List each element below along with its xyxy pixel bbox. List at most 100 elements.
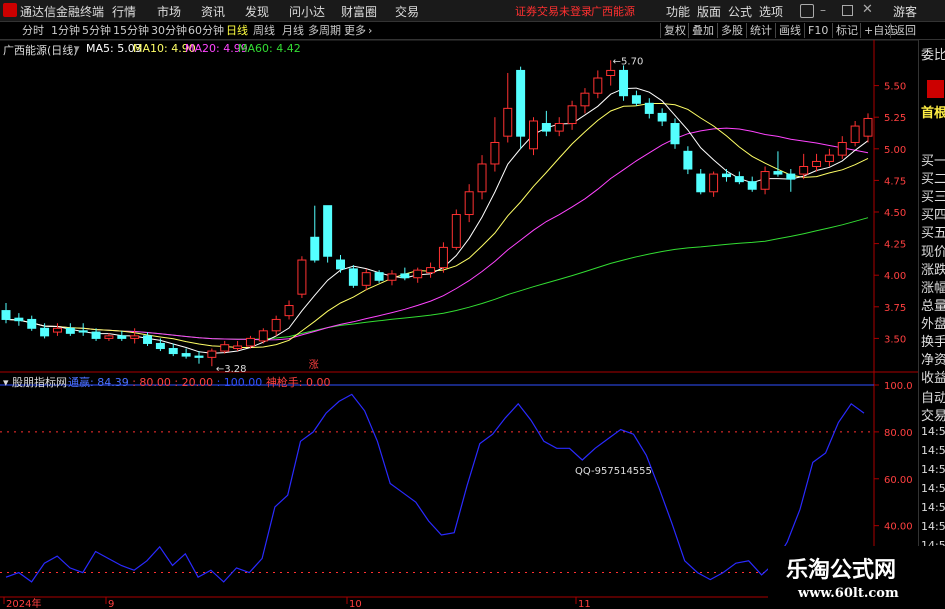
candle-body bbox=[683, 150, 693, 170]
menu-item-quotes[interactable]: 行情 bbox=[112, 3, 136, 20]
ma-line-ma60 bbox=[5, 217, 869, 340]
tool-draw[interactable]: 画线 bbox=[775, 23, 804, 38]
tool-multistock[interactable]: 多股 bbox=[717, 23, 746, 38]
candle bbox=[773, 151, 783, 177]
candle-body bbox=[220, 344, 230, 352]
panel-earnings: 收益 bbox=[921, 371, 945, 386]
candle bbox=[438, 242, 448, 273]
indicator-annotation: QQ-957514555 bbox=[575, 466, 652, 477]
x-tick-label: 11 bbox=[578, 599, 591, 609]
period-5min[interactable]: 5分钟 bbox=[82, 23, 111, 38]
period-timeshare[interactable]: 分时 bbox=[22, 23, 44, 38]
candle bbox=[670, 118, 680, 149]
tool-mark[interactable]: 标记 bbox=[832, 23, 861, 38]
indicator-line bbox=[5, 393, 865, 583]
panel-buy2: 买二 bbox=[921, 172, 945, 187]
chevron-down-icon[interactable]: ▾ bbox=[3, 376, 12, 389]
candle bbox=[760, 166, 770, 195]
candle-body bbox=[644, 102, 654, 114]
menu-item-ask[interactable]: 问小达 bbox=[289, 3, 325, 20]
chart-area[interactable]: ←5.70←3.28 涨 5.50 5.25 5.00 4.75 4.50 4.25 4.00… bbox=[0, 40, 918, 609]
candle bbox=[529, 117, 538, 156]
candle-body bbox=[130, 335, 140, 339]
indicator-value-top: : 100.00 bbox=[216, 376, 263, 389]
menu-item-function[interactable]: 功能 bbox=[666, 3, 690, 20]
menu-item-news[interactable]: 资讯 bbox=[201, 3, 225, 20]
ma-line-ma20 bbox=[5, 127, 869, 341]
period-15min[interactable]: 15分钟 bbox=[113, 23, 149, 38]
y-tick-label: 4.25 bbox=[884, 240, 906, 251]
candle-body bbox=[863, 117, 873, 137]
candle bbox=[464, 184, 474, 223]
tool-overlay[interactable]: 叠加 bbox=[688, 23, 717, 38]
ma60-label: MA60: 4.42 bbox=[238, 42, 301, 55]
watermark-title: 乐淘公式网 bbox=[786, 558, 897, 583]
candle-body bbox=[284, 305, 294, 317]
candle bbox=[181, 348, 191, 359]
panel-time: 14:56 bbox=[921, 425, 945, 438]
chevron-right-icon[interactable]: › bbox=[368, 23, 372, 38]
panel-trade[interactable]: 交易 bbox=[921, 405, 945, 424]
candle bbox=[812, 153, 822, 172]
candle bbox=[850, 120, 860, 147]
candle-body bbox=[143, 335, 153, 344]
candle-body bbox=[670, 123, 680, 145]
menu-item-layout[interactable]: 版面 bbox=[697, 3, 721, 20]
menu-item-market[interactable]: 市场 bbox=[157, 3, 181, 20]
maximize-icon[interactable] bbox=[842, 5, 853, 16]
panel-outer: 外盘 bbox=[921, 317, 945, 332]
candle-body bbox=[516, 69, 526, 137]
panel-time: 14:56 bbox=[921, 463, 945, 476]
tool-adjust[interactable]: 复权 bbox=[660, 23, 689, 38]
period-monthly[interactable]: 月线 bbox=[282, 23, 304, 38]
y-tick-label: 60.00 bbox=[884, 475, 913, 486]
y-tick-label: 80.00 bbox=[884, 428, 913, 439]
candle bbox=[863, 113, 873, 143]
y-tick-label: 5.50 bbox=[884, 82, 906, 93]
panel-buy5: 买五 bbox=[921, 226, 945, 241]
panel-time: 14:56 bbox=[921, 444, 945, 457]
panel-auto[interactable]: 自动 bbox=[921, 387, 945, 406]
candle bbox=[709, 171, 719, 197]
menu-item-options[interactable]: 选项 bbox=[759, 3, 783, 20]
menu-item-formula[interactable]: 公式 bbox=[728, 3, 752, 20]
period-1min[interactable]: 1分钟 bbox=[51, 23, 80, 38]
period-multi[interactable]: 多周期 bbox=[308, 23, 341, 38]
main-y-axis: 5.50 5.25 5.00 4.75 4.50 4.25 4.00 3.75 3.50 bbox=[874, 82, 906, 345]
candle bbox=[310, 205, 320, 263]
candle-body bbox=[40, 327, 50, 337]
tool-stats[interactable]: 统计 bbox=[746, 23, 775, 38]
candle-body bbox=[451, 214, 461, 248]
minimize-icon[interactable]: – bbox=[820, 3, 826, 17]
panel-bid-ratio: 委比 bbox=[921, 48, 945, 63]
candle bbox=[567, 100, 577, 130]
candle bbox=[78, 323, 88, 336]
menu-item-discover[interactable]: 发现 bbox=[245, 3, 269, 20]
y-tick-label: 40.00 bbox=[884, 522, 913, 533]
candle-body bbox=[477, 163, 487, 193]
period-more[interactable]: 更多 bbox=[344, 23, 366, 38]
guest-label[interactable]: 游客 bbox=[893, 3, 917, 20]
indicator-value-main: 通赢: 84.39 bbox=[68, 376, 129, 389]
period-30min[interactable]: 30分钟 bbox=[151, 23, 187, 38]
candle-body bbox=[760, 171, 770, 190]
indicator-value-upper: : 80.00 bbox=[132, 376, 171, 389]
candle bbox=[477, 155, 487, 200]
candle bbox=[683, 146, 693, 175]
tool-f10[interactable]: F10 bbox=[804, 23, 831, 38]
tool-back[interactable]: 返回 bbox=[890, 23, 919, 38]
close-icon[interactable]: ✕ bbox=[862, 2, 873, 17]
candle-body bbox=[413, 269, 423, 279]
period-weekly[interactable]: 周线 bbox=[253, 23, 275, 38]
monitor-icon[interactable] bbox=[800, 4, 814, 18]
chevron-down-icon[interactable]: ▾ bbox=[74, 42, 80, 55]
candle-body bbox=[786, 173, 796, 180]
period-60min[interactable]: 60分钟 bbox=[188, 23, 224, 38]
candle-body bbox=[323, 205, 333, 257]
candle bbox=[580, 88, 590, 114]
menu-item-trade[interactable]: 交易 bbox=[395, 3, 419, 20]
period-daily[interactable]: 日线 bbox=[226, 23, 248, 38]
candle-body bbox=[490, 141, 500, 165]
candle bbox=[786, 169, 796, 192]
menu-item-wealth[interactable]: 财富圈 bbox=[341, 3, 377, 20]
